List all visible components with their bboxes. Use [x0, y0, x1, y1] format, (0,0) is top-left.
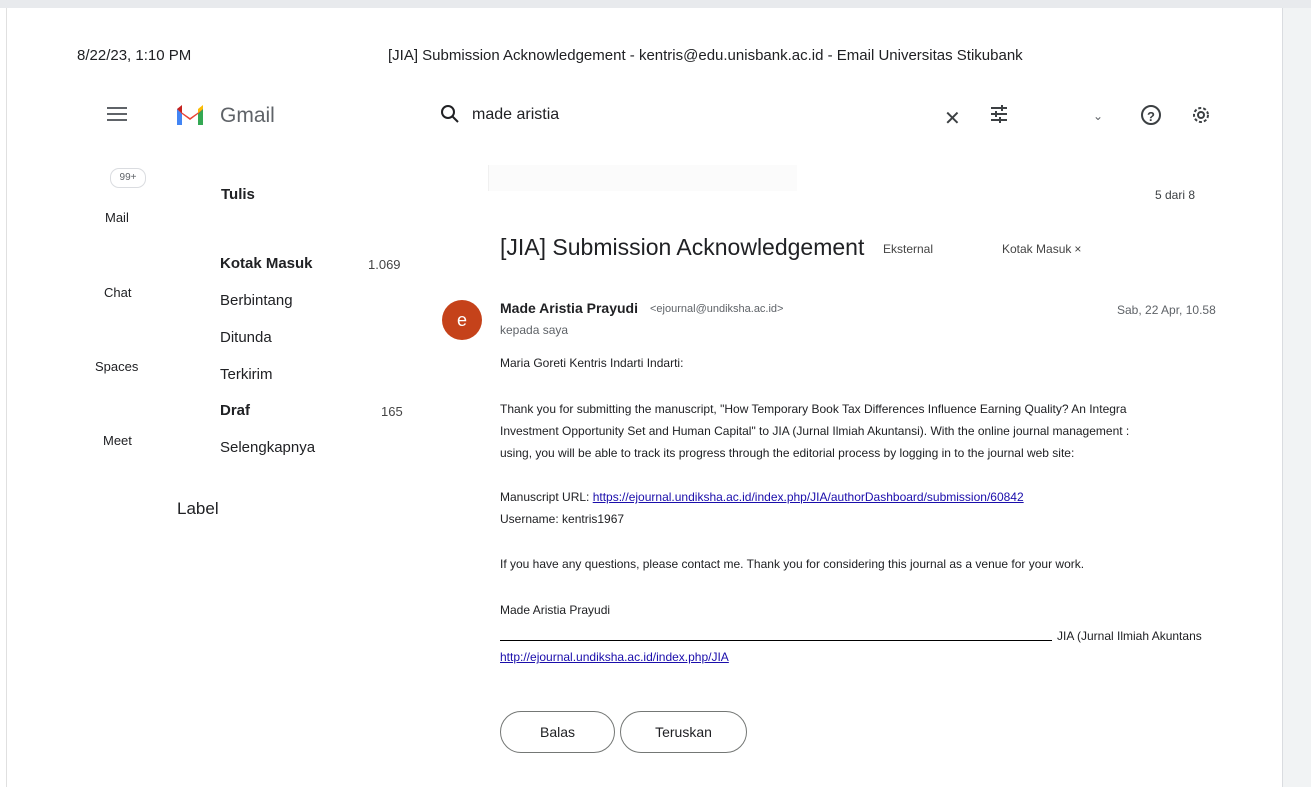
rail-item-spaces[interactable]: Spaces	[95, 359, 138, 374]
search-input[interactable]: made aristia	[472, 106, 559, 124]
rail-item-meet[interactable]: Meet	[103, 433, 132, 448]
sender-name[interactable]: Made Aristia Prayudi	[500, 300, 638, 316]
window-left-border	[6, 8, 7, 787]
nav-item-sent[interactable]: Terkirim	[220, 366, 273, 383]
recipient-line[interactable]: kepada saya	[500, 323, 568, 337]
email-subject: [JIA] Submission Acknowledgement	[500, 234, 865, 260]
nav-count-inbox: 1.069	[368, 257, 401, 272]
greeting: Maria Goreti Kentris Indarti Indarti:	[500, 356, 684, 370]
clear-search-icon[interactable]: ✕	[944, 106, 961, 131]
gmail-logo-icon[interactable]	[175, 103, 205, 127]
gear-icon[interactable]	[1190, 104, 1212, 126]
nav-item-starred[interactable]: Berbintang	[220, 292, 293, 309]
remove-label-icon[interactable]: ×	[1074, 242, 1081, 256]
labels-heading: Label	[177, 499, 219, 518]
nav-item-more[interactable]: Selengkapnya	[220, 439, 315, 456]
body-paragraph-line: Thank you for submitting the manuscript,…	[500, 402, 1127, 416]
body-paragraph-line: using, you will be able to track its pro…	[500, 446, 1075, 460]
nav-item-snoozed[interactable]: Ditunda	[220, 329, 272, 346]
signature-org: JIA (Jurnal Ilmiah Akuntans	[1057, 629, 1202, 643]
inbox-label-text: Kotak Masuk	[1002, 242, 1072, 256]
main-menu-icon[interactable]	[107, 104, 127, 124]
message-date: Sab, 22 Apr, 10.58	[1117, 303, 1216, 317]
nav-item-inbox[interactable]: Kotak Masuk	[220, 255, 313, 272]
message-toolbar	[488, 165, 797, 191]
nav-count-drafts: 165	[381, 404, 403, 419]
search-options-icon[interactable]	[988, 103, 1010, 125]
journal-link-line: http://ejournal.undiksha.ac.id/index.php…	[500, 650, 729, 664]
print-title: [JIA] Submission Acknowledgement - kentr…	[388, 47, 1023, 64]
reply-button[interactable]: Balas	[500, 711, 615, 753]
closing-paragraph: If you have any questions, please contac…	[500, 557, 1085, 571]
username-line: Username: kentris1967	[500, 512, 625, 526]
manuscript-url-link[interactable]: https://ejournal.undiksha.ac.id/index.ph…	[593, 490, 1024, 504]
forward-button[interactable]: Teruskan	[620, 711, 747, 753]
body-paragraph-line: Investment Opportunity Set and Human Cap…	[500, 424, 1130, 438]
app-name[interactable]: Gmail	[220, 104, 275, 128]
journal-link[interactable]: http://ejournal.undiksha.ac.id/index.php…	[500, 650, 729, 664]
compose-button[interactable]: Tulis	[221, 186, 255, 203]
search-icon[interactable]	[440, 104, 460, 124]
help-icon[interactable]: ?	[1141, 105, 1161, 125]
signature-divider	[500, 640, 1052, 641]
window-top-border	[0, 0, 1311, 8]
external-chip: Eksternal	[883, 242, 934, 256]
sender-email: <ejournal@undiksha.ac.id>	[650, 303, 784, 315]
rail-item-chat[interactable]: Chat	[104, 285, 131, 300]
rail-item-mail[interactable]: Mail	[105, 210, 129, 225]
chevron-down-icon[interactable]: ⌄	[1093, 109, 1103, 123]
inbox-label-chip[interactable]: Kotak Masuk ×	[1002, 242, 1081, 256]
manuscript-url-label: Manuscript URL:	[500, 490, 593, 504]
nav-item-drafts[interactable]: Draf	[220, 402, 250, 419]
mail-unread-badge: 99+	[110, 168, 146, 188]
manuscript-url-line: Manuscript URL: https://ejournal.undiksh…	[500, 490, 1024, 504]
signature-name: Made Aristia Prayudi	[500, 603, 611, 617]
scrollbar[interactable]	[1282, 8, 1311, 787]
avatar[interactable]: e	[442, 300, 482, 340]
print-date: 8/22/23, 1:10 PM	[77, 47, 192, 64]
pagination-text: 5 dari 8	[1155, 188, 1196, 202]
